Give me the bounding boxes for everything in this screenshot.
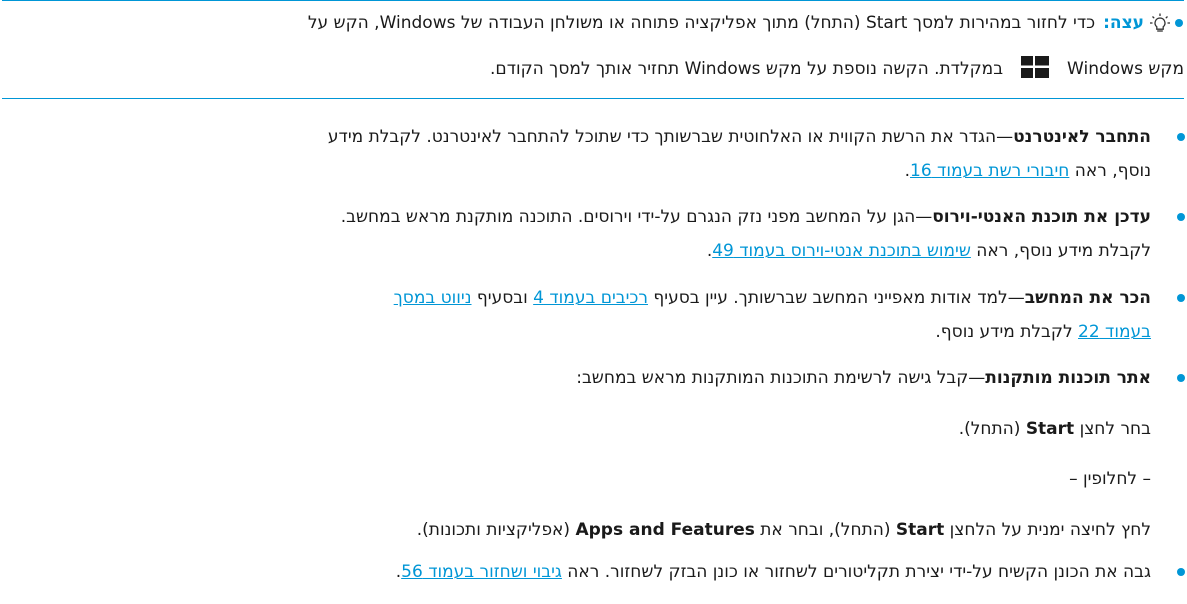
item-internet-line-1: התחבר לאינטרנט—הגדר את הרשת הקווית או הא… [0, 125, 1151, 149]
step-1-end: (התחל). [958, 419, 1026, 439]
item-apps-or: – לחלופין – [1069, 469, 1151, 489]
item-antivirus-text: —הגן על המחשב מפני נזק הנגרם על-ידי וירו… [340, 207, 933, 227]
item-backup-text: גבה את הכונן הקשיח על-ידי יצירת תקליטורי… [561, 562, 1151, 582]
item-internet-line-2: נוסף, ראה חיבורי רשת בעמוד 16. [0, 159, 1151, 183]
item-know-title: הכר את המחשב [1024, 288, 1151, 308]
link-components[interactable]: רכיבים בעמוד 4 [533, 288, 648, 308]
item-backup-line: גבה את הכונן הקשיח על-ידי יצירת תקליטורי… [0, 560, 1151, 584]
tip-bullet [1175, 19, 1183, 27]
item-internet-text-2: נוסף, ראה [1069, 161, 1151, 181]
step-1-start: Start [1025, 419, 1075, 439]
step-1-text: בחר לחצן [1074, 419, 1151, 439]
bullet-internet [1177, 133, 1185, 141]
bullet-antivirus [1177, 213, 1185, 221]
item-antivirus-line-1: עדכן את תוכנת האנטי-וירוס—הגן על המחשב מ… [0, 205, 1151, 229]
item-know-end: לקבלת מידע נוסף. [935, 322, 1079, 342]
step-2-text-c: (אפליקציות ותכונות). [416, 520, 576, 540]
tip-line-1: עצה: כדי לחזור במהירות למסך Start (התחל) … [2, 11, 1144, 35]
link-screen-navigation-page[interactable]: בעמוד 22 [1078, 322, 1151, 342]
item-antivirus-title: עדכן את תוכנת האנטי-וירוס [932, 207, 1151, 227]
item-apps-title: אתר תוכנות מותקנות [985, 368, 1151, 388]
tip-text-2a: מקש Windows [1067, 59, 1184, 79]
step-2-start: Start [895, 520, 945, 540]
item-internet-text: —הגדר את הרשת הקווית או האלחוטית שברשותך… [327, 127, 1014, 147]
item-antivirus-line-2: לקבלת מידע נוסף, ראה שימוש בתוכנת אנטי-ו… [0, 239, 1151, 263]
bullet-apps [1177, 374, 1185, 382]
link-backup-restore[interactable]: גיבוי ושחזור בעמוד 56 [401, 562, 562, 582]
lightbulb-icon [1150, 13, 1170, 32]
item-know-line-1: הכר את המחשב—למד אודות מאפייני המחשב שבר… [0, 286, 1151, 310]
link-screen-navigation[interactable]: ניווט במסך [394, 288, 472, 308]
item-internet-title: התחבר לאינטרנט [1013, 127, 1151, 147]
item-apps-step-2: לחץ לחיצה ימנית על הלחצן Start (התחל), ו… [0, 518, 1151, 542]
item-know-line-2: בעמוד 22 לקבלת מידע נוסף. [0, 320, 1151, 344]
item-apps-line-1: אתר תוכנות מותקנות—קבל גישה לרשימת התוכנ… [0, 366, 1151, 390]
tip-text-2b: במקלדת. הקשה נוספת על מקש Windows תחזיר … [490, 59, 1004, 79]
windows-logo-icon [1021, 56, 1050, 78]
item-apps-text: —קבל גישה לרשימת התוכנות המותקנות מראש ב… [576, 368, 986, 388]
item-apps-step-1: בחר לחצן Start (התחל). [0, 417, 1151, 441]
tip-line-2: מקש Windows במקלדת. הקשה נוספת על מקש Win… [2, 56, 1184, 81]
item-know-mid: ובסעיף [471, 288, 534, 308]
bullet-backup [1177, 568, 1185, 576]
link-network-connections[interactable]: חיבורי רשת בעמוד 16 [910, 161, 1069, 181]
step-2-text-b: (התחל), ובחר את [754, 520, 896, 540]
item-know-text: —למד אודות מאפייני המחשב שברשותך. עיין ב… [648, 288, 1025, 308]
tip-box: עצה: כדי לחזור במהירות למסך Start (התחל) … [2, 0, 1184, 99]
step-2-apps-features: Apps and Features [575, 520, 755, 540]
tip-label: עצה: [1103, 13, 1144, 33]
link-antivirus[interactable]: שימוש בתוכנת אנטי-וירוס בעמוד 49 [712, 241, 971, 261]
step-2-text-a: לחץ לחיצה ימנית על הלחצן [944, 520, 1151, 540]
item-antivirus-text-2: לקבלת מידע נוסף, ראה [970, 241, 1151, 261]
bullet-know [1177, 294, 1185, 302]
tip-text-1: כדי לחזור במהירות למסך Start (התחל) מתוך… [307, 13, 1096, 33]
